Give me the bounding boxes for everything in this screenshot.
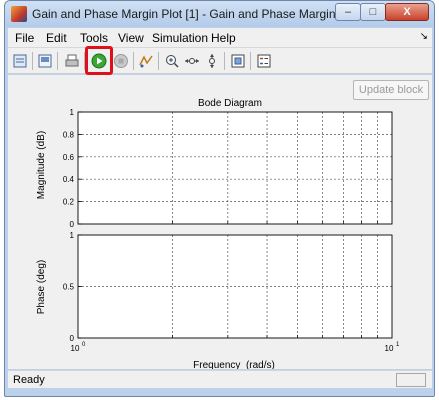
- phase-axis-label: Phase (deg): [36, 260, 47, 314]
- menu-tools[interactable]: Tools: [80, 31, 108, 45]
- menu-overflow-icon[interactable]: ↘: [420, 31, 428, 42]
- y-tick-label: 0.2: [63, 198, 75, 207]
- title-bar[interactable]: Gain and Phase Margin Plot [1] - Gain an…: [5, 1, 434, 27]
- phase-axes[interactable]: 00.5110 0 10 1: [63, 231, 400, 353]
- y-tick-label: 0: [70, 334, 75, 343]
- print-icon[interactable]: [64, 53, 80, 69]
- chart-title: Bode Diagram: [198, 98, 262, 109]
- x-tick-label: 10: [385, 344, 394, 353]
- toolbar-separator: [224, 52, 225, 70]
- y-tick-label: 1: [70, 231, 75, 240]
- status-text: Ready: [13, 374, 45, 386]
- y-tick-label: 0: [70, 220, 75, 229]
- figure-window: Gain and Phase Margin Plot [1] - Gain an…: [4, 0, 435, 397]
- x-tick-exponent: 1: [396, 342, 400, 348]
- menu-edit[interactable]: Edit: [46, 31, 67, 45]
- frequency-axis-label: Frequency (rad/s): [193, 360, 275, 369]
- toolbar-separator: [158, 52, 159, 70]
- status-bar: Ready: [8, 370, 432, 388]
- plot-area: Update block Bode Diagram 0 0.2 0.4 0.6 0.8 1…: [8, 75, 432, 369]
- maximize-button[interactable]: □: [360, 3, 386, 21]
- matlab-icon: [11, 6, 27, 22]
- bode-diagram: Bode Diagram 00.20.40.60.81 00.5110 0 10 1 …: [36, 98, 400, 369]
- menu-simulation[interactable]: Simulation: [152, 31, 208, 45]
- y-tick-label: 0.8: [63, 130, 75, 139]
- magnitude-axis-label: Magnitude (dB): [36, 131, 47, 199]
- toolbar-separator: [57, 52, 58, 70]
- minimize-button[interactable]: –: [335, 3, 361, 21]
- zoom-in-icon[interactable]: [164, 53, 180, 69]
- x-tick-exponent: 0: [82, 342, 86, 348]
- zoom-y-icon[interactable]: [204, 53, 220, 69]
- toolbar-separator: [32, 52, 33, 70]
- toolbar: [8, 48, 432, 74]
- signal-selector-icon[interactable]: [138, 53, 154, 69]
- y-tick-label: 1: [70, 108, 75, 117]
- run-button-highlight: [85, 46, 113, 75]
- y-tick-label: 0.5: [63, 283, 75, 292]
- menu-bar: File Edit Tools View Simulation Help ↘: [8, 28, 432, 48]
- magnitude-axes[interactable]: 0 0.2 0.4 0.6 0.8 1: [63, 108, 393, 229]
- close-button[interactable]: X: [385, 3, 429, 21]
- menu-view[interactable]: View: [118, 31, 144, 45]
- status-box: [396, 373, 426, 387]
- open-icon[interactable]: [12, 53, 28, 69]
- stop-icon[interactable]: [113, 53, 129, 69]
- menu-help[interactable]: Help: [211, 31, 236, 45]
- menu-file[interactable]: File: [15, 31, 34, 45]
- autoscale-icon[interactable]: [230, 53, 246, 69]
- zoom-x-icon[interactable]: [184, 53, 200, 69]
- toolbar-separator: [133, 52, 134, 70]
- y-tick-label: 0.4: [63, 175, 75, 184]
- x-tick-label: 10: [71, 344, 80, 353]
- window-title: Gain and Phase Margin Plot [1] - Gain an…: [32, 7, 360, 21]
- y-tick-label: 0.6: [63, 153, 75, 162]
- legend-icon[interactable]: [256, 53, 272, 69]
- toolbar-separator: [250, 52, 251, 70]
- axes-background: [78, 112, 392, 224]
- print-preview-icon[interactable]: [37, 53, 53, 69]
